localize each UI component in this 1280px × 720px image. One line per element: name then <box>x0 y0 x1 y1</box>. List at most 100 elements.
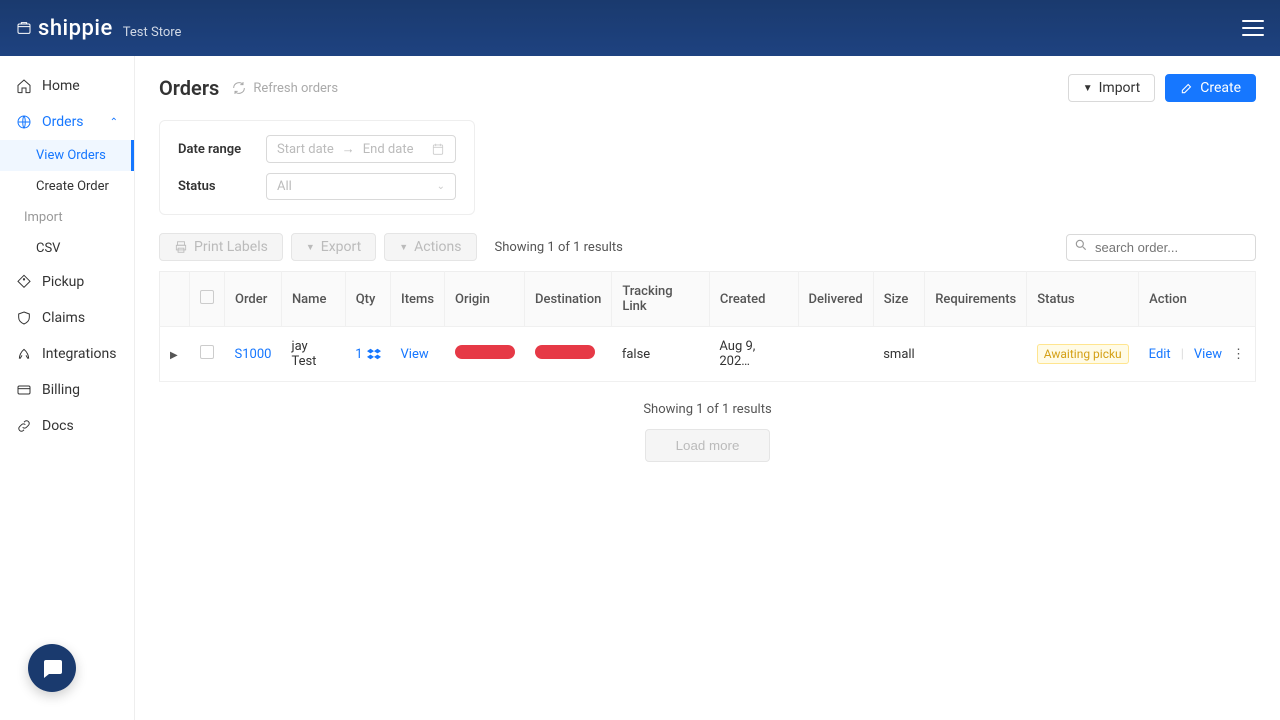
sidebar-label: Claims <box>42 310 85 326</box>
status-select[interactable]: All ⌄ <box>266 173 456 200</box>
menu-toggle[interactable] <box>1242 20 1264 36</box>
sidebar-item-claims[interactable]: Claims <box>0 300 134 336</box>
row-checkbox[interactable] <box>200 345 214 359</box>
create-button[interactable]: Create <box>1165 74 1256 102</box>
top-bar: shippie Test Store <box>0 0 1280 56</box>
store-name: Test Store <box>123 25 182 40</box>
chat-icon <box>40 656 64 680</box>
cell-qty: 1 <box>355 347 362 362</box>
edit-icon <box>1180 81 1194 95</box>
export-label: Export <box>321 239 361 255</box>
destination-redacted <box>535 345 595 359</box>
rocket-icon <box>16 346 32 362</box>
refresh-icon <box>231 80 247 96</box>
export-button[interactable]: ▼ Export <box>291 233 376 261</box>
status-label: Status <box>178 179 248 194</box>
globe-icon <box>16 114 32 130</box>
create-label: Create <box>1200 80 1241 96</box>
expand-row-icon[interactable]: ▶ <box>170 350 178 361</box>
sidebar-label: Orders <box>42 114 84 130</box>
import-label: Import <box>1099 80 1141 96</box>
col-qty: Qty <box>345 272 390 327</box>
cell-requirements <box>925 327 1027 382</box>
sidebar-item-orders[interactable]: Orders ⌃ <box>0 104 134 140</box>
col-delivered: Delivered <box>798 272 873 327</box>
actions-label: Actions <box>414 239 461 255</box>
view-link[interactable]: View <box>1194 347 1222 362</box>
end-date-placeholder: End date <box>363 142 414 157</box>
results-count: Showing 1 of 1 results <box>495 240 623 255</box>
arrow-right-icon: → <box>342 141 355 157</box>
brand-logo[interactable]: shippie <box>16 16 113 41</box>
cell-tracking: false <box>612 327 710 382</box>
select-all-checkbox[interactable] <box>200 290 214 304</box>
col-action: Action <box>1139 272 1256 327</box>
cell-delivered <box>798 327 873 382</box>
caret-down-icon: ▼ <box>306 242 315 253</box>
col-size: Size <box>873 272 925 327</box>
date-range-input[interactable]: Start date → End date <box>266 135 456 163</box>
items-view-link[interactable]: View <box>401 347 429 362</box>
refresh-button[interactable]: Refresh orders <box>231 80 338 96</box>
col-destination: Destination <box>525 272 612 327</box>
sidebar-sub-view-orders[interactable]: View Orders <box>0 140 134 171</box>
print-label: Print Labels <box>194 239 268 255</box>
chevron-down-icon: ⌄ <box>437 181 445 192</box>
col-order: Order <box>225 272 282 327</box>
divider: | <box>1181 347 1184 362</box>
status-value: All <box>277 179 292 194</box>
chevron-up-icon: ⌃ <box>110 117 118 128</box>
orders-table: Order Name Qty Items Origin Destination … <box>159 271 1256 382</box>
sidebar-item-docs[interactable]: Docs <box>0 408 134 444</box>
brand: shippie Test Store <box>16 16 181 41</box>
page-title: Orders <box>159 76 219 100</box>
search-input[interactable] <box>1066 234 1256 261</box>
load-more-button[interactable]: Load more <box>645 429 771 462</box>
sidebar-item-integrations[interactable]: Integrations <box>0 336 134 372</box>
import-button[interactable]: ▼ Import <box>1068 74 1156 102</box>
sidebar-section-import: Import <box>0 202 134 233</box>
sidebar-label: Home <box>42 78 80 94</box>
sidebar-item-home[interactable]: Home <box>0 68 134 104</box>
col-requirements: Requirements <box>925 272 1027 327</box>
card-icon <box>16 382 32 398</box>
sidebar-sub-csv[interactable]: CSV <box>0 233 134 264</box>
col-status: Status <box>1027 272 1139 327</box>
caret-down-icon: ▼ <box>399 242 408 253</box>
search-icon <box>1074 238 1088 256</box>
actions-button[interactable]: ▼ Actions <box>384 233 476 261</box>
col-tracking: Tracking Link <box>612 272 710 327</box>
date-range-label: Date range <box>178 142 248 157</box>
sidebar: Home Orders ⌃ View Orders Create Order I… <box>0 56 135 720</box>
more-actions-icon[interactable]: ⋮ <box>1232 347 1245 362</box>
brand-name: shippie <box>38 16 113 41</box>
sidebar-label: Docs <box>42 418 74 434</box>
tag-icon <box>16 274 32 290</box>
table-row: ▶ S1000 jay Test 1 View false Aug 9, 202… <box>160 327 1256 382</box>
sidebar-label: Billing <box>42 382 80 398</box>
origin-redacted <box>455 345 515 359</box>
status-badge: Awaiting picku <box>1037 344 1129 364</box>
start-date-placeholder: Start date <box>277 142 334 157</box>
cell-size: small <box>873 327 925 382</box>
edit-link[interactable]: Edit <box>1149 347 1171 362</box>
cell-name: jay Test <box>281 327 345 382</box>
package-icon <box>16 20 32 36</box>
sidebar-sub-create-order[interactable]: Create Order <box>0 171 134 202</box>
col-origin: Origin <box>445 272 525 327</box>
refresh-label: Refresh orders <box>253 81 338 96</box>
sidebar-item-billing[interactable]: Billing <box>0 372 134 408</box>
sidebar-item-pickup[interactable]: Pickup <box>0 264 134 300</box>
order-link[interactable]: S1000 <box>235 347 272 362</box>
filters-panel: Date range Start date → End date Status … <box>159 120 475 215</box>
col-created: Created <box>709 272 798 327</box>
cell-created: Aug 9, 202… <box>709 327 798 382</box>
calendar-icon <box>431 142 445 156</box>
caret-down-icon: ▼ <box>1083 83 1093 94</box>
dropbox-icon <box>367 347 381 361</box>
shield-icon <box>16 310 32 326</box>
col-name: Name <box>281 272 345 327</box>
chat-widget-button[interactable] <box>28 644 76 692</box>
print-labels-button[interactable]: Print Labels <box>159 233 283 261</box>
link-icon <box>16 418 32 434</box>
